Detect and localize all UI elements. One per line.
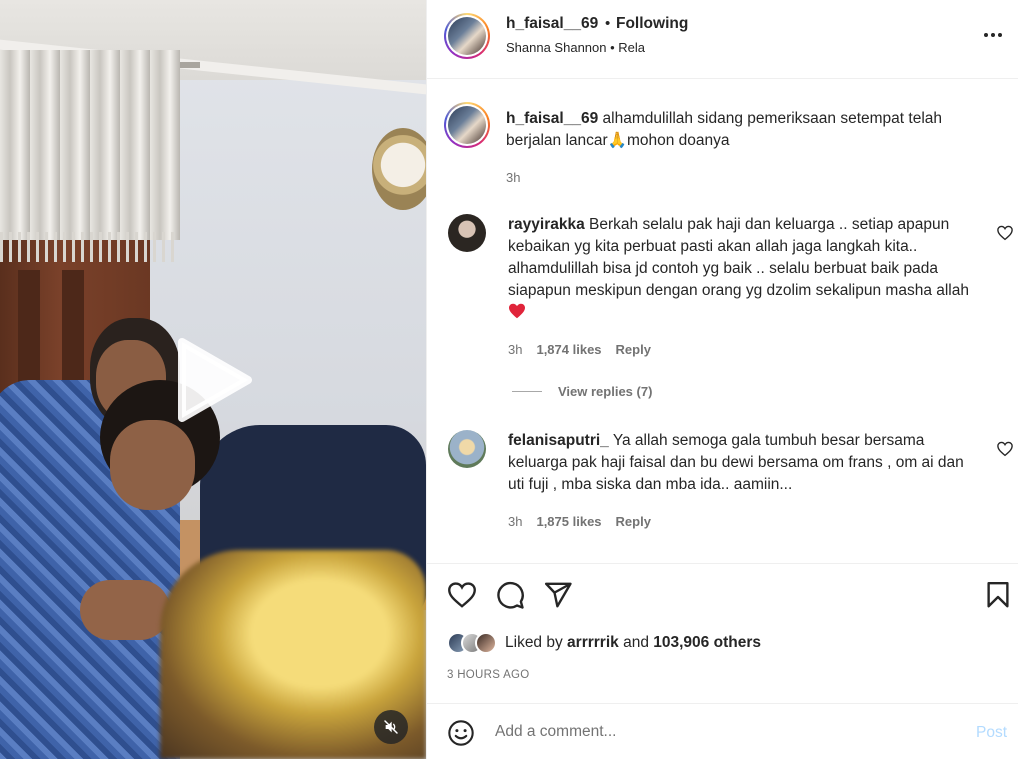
view-replies-label: View replies (7) <box>558 384 653 399</box>
heart-icon[interactable] <box>996 224 1014 242</box>
comment-username[interactable]: rayyirakka <box>508 216 585 233</box>
post-timestamp[interactable]: 3 HOURS AGO <box>447 669 530 681</box>
following-button[interactable]: Following <box>616 15 688 33</box>
post-actions: Liked by arrrrrik and 103,906 others 3 H… <box>427 563 1018 703</box>
caption-timestamp[interactable]: 3h <box>506 170 520 185</box>
liked-by-text: Liked by arrrrrik and 103,906 others <box>505 634 761 652</box>
video-frame-clock <box>372 128 426 210</box>
bookmark-icon[interactable] <box>983 580 1013 610</box>
caption-username[interactable]: h_faisal__69 <box>506 110 598 127</box>
comment-text: felanisaputri_ Ya allah semoga gala tumb… <box>508 430 978 496</box>
commenter-avatar[interactable] <box>448 214 486 252</box>
comment-meta: 3h 1,875 likes Reply <box>508 514 651 529</box>
heart-icon[interactable] <box>447 580 477 610</box>
commenter-avatar[interactable] <box>448 430 486 468</box>
post-comment-button[interactable]: Post <box>976 724 1007 742</box>
play-icon[interactable] <box>168 336 256 424</box>
liked-by-user[interactable]: arrrrrik <box>567 634 619 651</box>
more-icon[interactable] <box>980 22 1006 48</box>
video-frame-person-right-face <box>110 420 195 510</box>
owner-username[interactable]: h_faisal__69 <box>506 15 598 33</box>
caption-text: h_faisal__69 alhamdulillah sidang pemeri… <box>506 108 996 152</box>
comments-section[interactable]: h_faisal__69 alhamdulillah sidang pemeri… <box>427 80 1018 562</box>
post-panel: h_faisal__69 • Following Shanna Shannon … <box>426 0 1018 759</box>
reply-button[interactable]: Reply <box>616 342 651 357</box>
comment-username[interactable]: felanisaputri_ <box>508 432 609 449</box>
video-player[interactable] <box>0 0 426 759</box>
video-frame-curtain <box>0 50 180 240</box>
audio-attribution[interactable]: Shanna Shannon • Rela <box>506 40 645 55</box>
comment-time[interactable]: 3h <box>508 514 522 529</box>
red-heart-emoji-icon <box>509 303 525 319</box>
liker-avatar[interactable] <box>475 632 497 654</box>
mute-button[interactable] <box>374 710 408 744</box>
comment-meta: 3h 1,874 likes Reply <box>508 342 651 357</box>
post-header: h_faisal__69 • Following Shanna Shannon … <box>427 0 1018 79</box>
caption-avatar[interactable] <box>444 102 490 148</box>
owner-avatar[interactable] <box>444 13 490 59</box>
comment-time[interactable]: 3h <box>508 342 522 357</box>
liked-by-joiner: and <box>623 634 649 651</box>
comment-text: rayyirakka Berkah selalu pak haji dan ke… <box>508 214 978 324</box>
separator-dot: • <box>605 15 611 32</box>
comment-input[interactable] <box>495 718 945 746</box>
comment-likes[interactable]: 1,875 likes <box>536 514 601 529</box>
comment-likes[interactable]: 1,874 likes <box>536 342 601 357</box>
likes-summary: Liked by arrrrrik and 103,906 others <box>447 632 761 654</box>
comment-icon[interactable] <box>495 580 525 610</box>
liked-by-prefix: Liked by <box>505 634 563 651</box>
video-frame-curtain-fringe <box>0 232 180 262</box>
share-icon[interactable] <box>543 580 573 610</box>
reply-button[interactable]: Reply <box>616 514 651 529</box>
liked-by-others[interactable]: 103,906 others <box>653 634 761 651</box>
emoji-icon[interactable] <box>447 719 475 747</box>
mute-icon <box>384 720 398 734</box>
view-replies-button[interactable]: View replies (7) <box>512 384 652 399</box>
video-frame-hands <box>80 580 170 640</box>
heart-icon[interactable] <box>996 440 1014 458</box>
add-comment-bar: Post <box>427 703 1018 759</box>
